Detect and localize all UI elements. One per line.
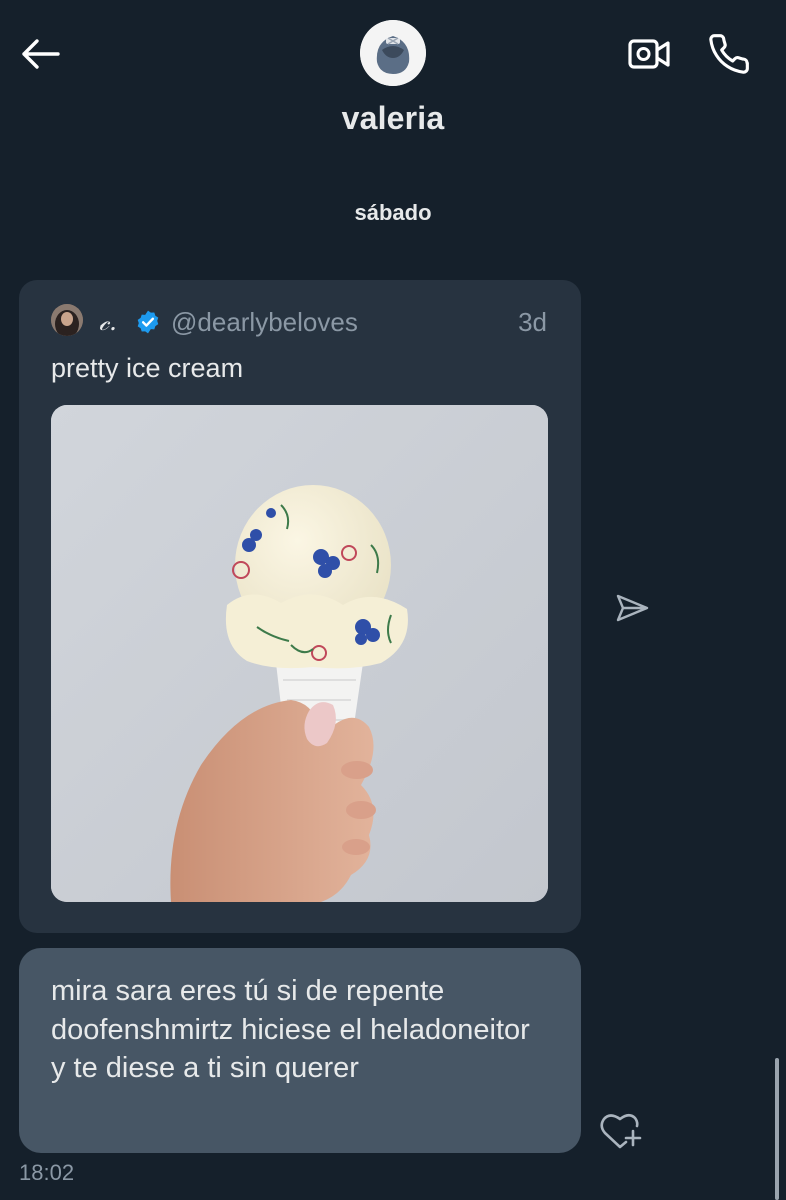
message-text: mira sara eres tú si de repente doofensh… — [51, 975, 530, 1084]
shared-post-card[interactable]: 𝒸. @dearlybeloves 3d pretty ice cream — [19, 280, 581, 933]
day-separator: sábado — [354, 200, 432, 225]
send-icon — [616, 594, 649, 622]
share-button[interactable] — [612, 588, 652, 628]
video-call-button[interactable] — [622, 30, 676, 78]
arrow-left-icon — [22, 39, 60, 69]
message-timestamp: 18:02 — [19, 1160, 75, 1185]
post-text: pretty ice cream — [51, 353, 244, 383]
verified-badge-icon — [135, 309, 161, 335]
post-author-name: 𝒸. — [99, 307, 117, 336]
contact-avatar[interactable] — [360, 20, 426, 86]
add-reaction-button[interactable] — [598, 1108, 646, 1150]
video-call-icon — [628, 39, 670, 69]
post-author-avatar — [51, 304, 83, 336]
scrollbar[interactable] — [775, 1058, 779, 1200]
post-author-handle: @dearlybeloves — [171, 307, 358, 337]
heart-plus-icon — [600, 1113, 642, 1149]
post-media-image[interactable] — [51, 405, 548, 902]
phone-icon — [709, 34, 749, 74]
post-timestamp: 3d — [518, 307, 547, 337]
back-button[interactable] — [14, 32, 66, 76]
message-bubble[interactable]: mira sara eres tú si de repente doofensh… — [19, 948, 581, 1153]
contact-name[interactable]: valeria — [0, 100, 786, 137]
voice-call-button[interactable] — [702, 28, 756, 80]
